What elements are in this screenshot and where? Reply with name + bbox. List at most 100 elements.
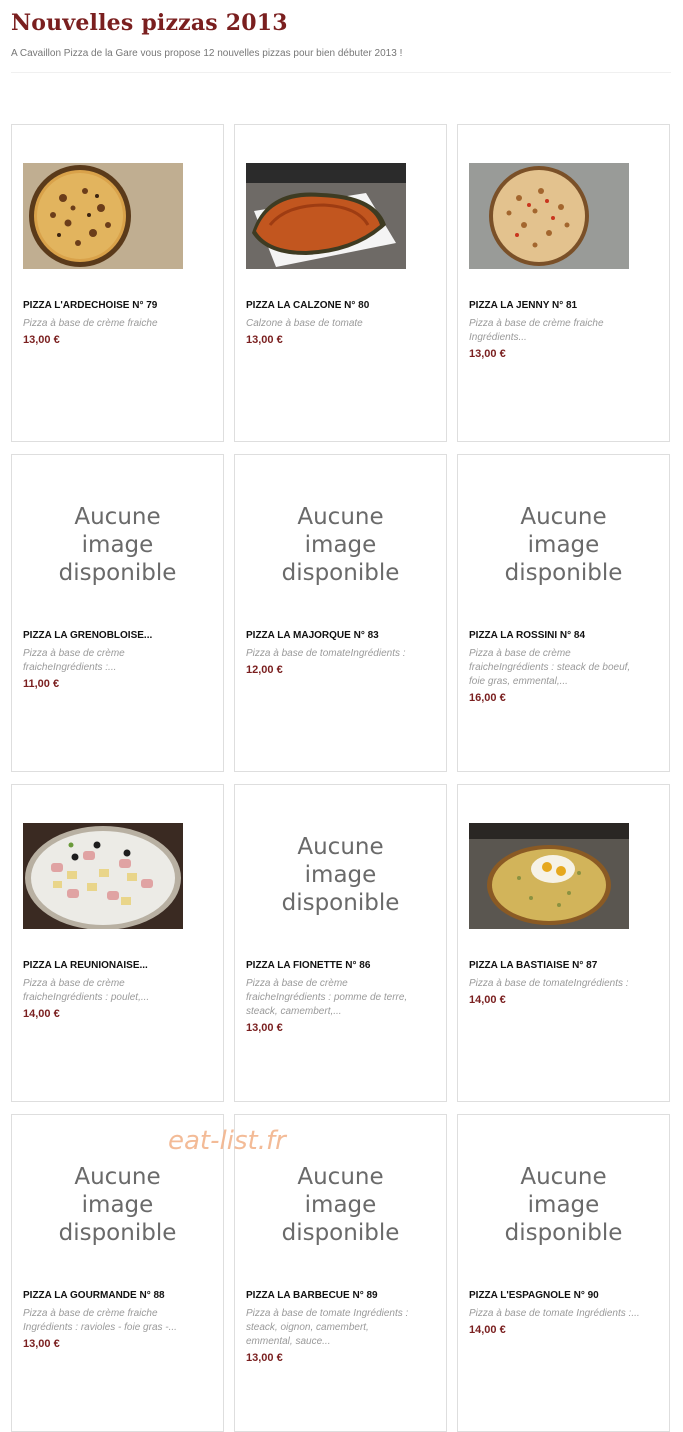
product-card[interactable]: Aucune image disponible PIZZA LA MAJORQUE N… (234, 454, 447, 772)
no-image-text: Aucune (297, 1164, 384, 1190)
product-description: Pizza à base de tomate Ingrédients :... 1… (469, 1307, 659, 1337)
product-description: Pizza à base de crème fraiche 13,00 € (23, 317, 213, 347)
header-divider (11, 72, 671, 73)
product-description-line: Pizza à base de crème (469, 648, 571, 659)
product-name[interactable]: PIZZA LA BARBECUE N° 89 (246, 1290, 440, 1301)
product-description-line: Pizza à base de tomate Ingrédients : (246, 1308, 409, 1319)
product-card[interactable]: PIZZA LA CALZONE N° 80 Calzone à base de … (234, 124, 447, 442)
product-description-line: Ingrédients : ravioles - foie gras -... (23, 1322, 177, 1333)
product-name[interactable]: PIZZA LA GRENOBLOISE... (23, 630, 217, 641)
product-card[interactable]: Aucune image disponible PIZZA LA GRENOBLOIS… (11, 454, 224, 772)
no-image-placeholder: Aucune image disponible (12, 1163, 223, 1247)
product-description-line: Pizza à base de crème (246, 978, 348, 989)
product-name[interactable]: PIZZA LA REUNIONAISE... (23, 960, 217, 971)
product-description-line: steack, oignon, camembert, (246, 1322, 369, 1333)
product-description-line: Pizza à base de tomateIngrédients : (469, 978, 629, 989)
product-card[interactable]: Aucune image disponible PIZZA L'ESPAGNOLE N… (457, 1114, 670, 1432)
product-description: Pizza à base de crème fraicheIngrédients … (23, 647, 213, 691)
no-image-text: disponible (58, 560, 177, 586)
product-price: 13,00 € (23, 334, 60, 346)
product-description-line: Pizza à base de crème fraiche (23, 318, 158, 329)
no-image-placeholder: Aucune image disponible (458, 503, 669, 587)
product-name[interactable]: PIZZA LA FIONETTE N° 86 (246, 960, 440, 971)
product-description: Pizza à base de tomate Ingrédients : stea… (246, 1307, 436, 1365)
product-card[interactable]: PIZZA LA JENNY N° 81 Pizza à base de crèm… (457, 124, 670, 442)
no-image-text: Aucune (74, 504, 161, 530)
no-image-text: disponible (58, 1220, 177, 1246)
product-description-line: steack, camembert,... (246, 1006, 342, 1017)
product-description-line: Pizza à base de tomateIngrédients : (246, 648, 406, 659)
product-description-line: Pizza à base de crème (23, 978, 125, 989)
no-image-text: image (81, 532, 154, 558)
product-description: Pizza à base de crème fraiche Ingrédients… (23, 1307, 213, 1351)
product-name[interactable]: PIZZA LA GOURMANDE N° 88 (23, 1290, 217, 1301)
product-description: Pizza à base de crème fraicheIngrédients … (246, 977, 436, 1035)
product-price: 13,00 € (469, 348, 506, 360)
product-price: 14,00 € (469, 994, 506, 1006)
product-price: 16,00 € (469, 692, 506, 704)
product-description-line: Pizza à base de tomate Ingrédients :... (469, 1308, 640, 1319)
product-description-line: Pizza à base de crème fraiche (469, 318, 604, 329)
no-image-text: image (304, 862, 377, 888)
product-description-line: fraicheIngrédients : poulet,... (23, 992, 150, 1003)
product-description: Pizza à base de tomateIngrédients : 12,00… (246, 647, 436, 677)
product-price: 13,00 € (23, 1338, 60, 1350)
product-description-line: Calzone à base de tomate (246, 318, 363, 329)
product-name[interactable]: PIZZA L'ARDECHOISE N° 79 (23, 300, 217, 311)
product-price: 14,00 € (469, 1324, 506, 1336)
no-image-text: disponible (281, 1220, 400, 1246)
product-image[interactable] (469, 163, 629, 269)
product-name[interactable]: PIZZA LA MAJORQUE N° 83 (246, 630, 440, 641)
product-card[interactable]: Aucune image disponible PIZZA LA FIONETTE N… (234, 784, 447, 1102)
no-image-placeholder: Aucune image disponible (235, 1163, 446, 1247)
page-intro: A Cavaillon Pizza de la Gare vous propos… (11, 48, 403, 59)
product-grid: PIZZA L'ARDECHOISE N° 79 Pizza à base de … (11, 124, 671, 1432)
product-description-line: foie gras, emmental,... (469, 676, 568, 687)
product-description-line: Ingrédients... (469, 332, 527, 343)
no-image-text: image (527, 1192, 600, 1218)
no-image-text: Aucune (74, 1164, 161, 1190)
product-price: 14,00 € (23, 1008, 60, 1020)
product-description-line: Pizza à base de crème fraiche (23, 1308, 158, 1319)
no-image-placeholder: Aucune image disponible (235, 833, 446, 917)
product-name[interactable]: PIZZA LA ROSSINI N° 84 (469, 630, 663, 641)
no-image-text: disponible (504, 1220, 623, 1246)
no-image-placeholder: Aucune image disponible (12, 503, 223, 587)
product-name[interactable]: PIZZA L'ESPAGNOLE N° 90 (469, 1290, 663, 1301)
no-image-text: image (304, 532, 377, 558)
product-name[interactable]: PIZZA LA CALZONE N° 80 (246, 300, 440, 311)
product-card[interactable]: PIZZA LA REUNIONAISE... Pizza à base de c… (11, 784, 224, 1102)
product-price: 13,00 € (246, 334, 283, 346)
product-description: Pizza à base de crème fraiche Ingrédients… (469, 317, 659, 361)
product-price: 13,00 € (246, 1022, 283, 1034)
product-card[interactable]: Aucune image disponible PIZZA LA ROSSINI N°… (457, 454, 670, 772)
no-image-text: disponible (281, 890, 400, 916)
product-description: Pizza à base de crème fraicheIngrédients … (469, 647, 659, 705)
product-card[interactable]: PIZZA L'ARDECHOISE N° 79 Pizza à base de … (11, 124, 224, 442)
no-image-text: Aucune (520, 504, 607, 530)
product-name[interactable]: PIZZA LA BASTIAISE N° 87 (469, 960, 663, 971)
no-image-text: Aucune (520, 1164, 607, 1190)
product-description-line: fraicheIngrédients :... (23, 662, 117, 673)
product-card[interactable]: Aucune image disponible PIZZA LA GOURMANDE … (11, 1114, 224, 1432)
product-price: 11,00 € (23, 678, 60, 690)
product-description-line: fraicheIngrédients : steack de boeuf, (469, 662, 631, 673)
product-price: 13,00 € (246, 1352, 283, 1364)
no-image-text: image (527, 532, 600, 558)
product-name[interactable]: PIZZA LA JENNY N° 81 (469, 300, 663, 311)
product-image[interactable] (469, 823, 629, 929)
no-image-text: disponible (281, 560, 400, 586)
product-description: Pizza à base de tomateIngrédients : 14,00… (469, 977, 659, 1007)
page-title: Nouvelles pizzas 2013 (11, 10, 288, 36)
product-card[interactable]: Aucune image disponible PIZZA LA BARBECUE N… (234, 1114, 447, 1432)
product-card[interactable]: PIZZA LA BASTIAISE N° 87 Pizza à base de … (457, 784, 670, 1102)
product-description-line: fraicheIngrédients : pomme de terre, (246, 992, 408, 1003)
product-price: 12,00 € (246, 664, 283, 676)
no-image-placeholder: Aucune image disponible (235, 503, 446, 587)
product-description-line: emmental, sauce... (246, 1336, 331, 1347)
watermark: eat-list.fr (168, 1126, 286, 1156)
product-description-line: Pizza à base de crème (23, 648, 125, 659)
product-image[interactable] (23, 163, 183, 269)
product-image[interactable] (246, 163, 406, 269)
product-image[interactable] (23, 823, 183, 929)
